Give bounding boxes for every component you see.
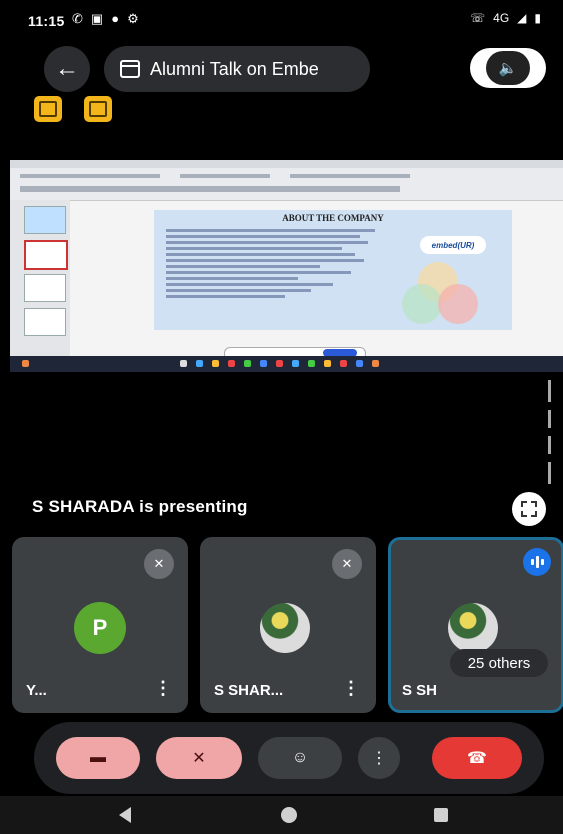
avatar: P: [74, 602, 126, 654]
network-type: 4G: [493, 11, 510, 25]
meeting-title: Alumni Talk on Embe: [150, 58, 319, 79]
door-indicator[interactable]: [84, 96, 112, 122]
participant-tile[interactable]: ✕ P Y... ⋮: [12, 537, 188, 713]
mic-off-icon: ✕: [192, 750, 206, 767]
current-slide: ABOUT THE COMPANY embed(UR): [154, 210, 512, 330]
fullscreen-button[interactable]: [512, 492, 546, 526]
participant-name: Y...: [26, 682, 47, 699]
others-badge[interactable]: 25 others: [450, 649, 548, 677]
speaking-indicator-icon: [523, 548, 551, 576]
door-icon: [89, 101, 107, 117]
status-left-icons: ✆ ▣ ● ⚙: [72, 11, 139, 27]
call-controls: ▬ ✕ ☺ ⋮ ☎: [34, 722, 544, 794]
mic-toggle-button[interactable]: ✕: [156, 737, 242, 779]
system-nav-bar: [0, 796, 563, 834]
video-off-icon: [39, 101, 57, 117]
calendar-31-icon: ▣: [90, 11, 104, 26]
presenting-label: S SHARADA is presenting: [32, 497, 248, 516]
camera-toggle-button[interactable]: ▬: [56, 737, 140, 779]
slide-heading: ABOUT THE COMPANY: [282, 213, 384, 223]
nav-recents-icon[interactable]: [434, 808, 448, 822]
participant-tile-speaking[interactable]: S SH: [388, 537, 563, 713]
speaker-icon: 🔈: [498, 60, 518, 77]
status-time: 11:15: [28, 13, 65, 29]
more-button[interactable]: ⋮: [358, 737, 400, 779]
no-video-indicator[interactable]: [34, 96, 62, 122]
settings-icon: ⚙: [127, 11, 139, 26]
participant-name: S SHAR...: [214, 682, 284, 699]
nav-back-icon[interactable]: [119, 807, 131, 823]
back-button[interactable]: ←: [44, 46, 90, 92]
participant-tile[interactable]: ✕ S SHAR... ⋮: [200, 537, 376, 713]
mic-muted-icon: ✕: [144, 549, 174, 579]
scroll-indicator: [548, 380, 551, 402]
battery-icon: ▮: [534, 11, 541, 25]
participant-name: S SH: [402, 682, 438, 699]
meeting-title-pill[interactable]: Alumni Talk on Embe: [104, 46, 370, 92]
windows-taskbar: [10, 356, 563, 372]
chat-bubble-icon: ●: [111, 11, 120, 26]
end-call-button[interactable]: ☎: [432, 737, 522, 779]
nav-home-icon[interactable]: [281, 807, 297, 823]
shared-screen: ABOUT THE COMPANY embed(UR): [10, 160, 563, 372]
hang-up-icon: ☎: [467, 750, 487, 767]
audio-output-button[interactable]: 🔈: [470, 48, 546, 88]
more-options-icon: ⋮: [371, 750, 387, 767]
signal-icon: ◢: [517, 11, 527, 25]
more-options-icon[interactable]: ⋮: [342, 678, 360, 699]
slide-thumbnails: [10, 200, 70, 356]
avatar: [448, 603, 498, 653]
status-right-icons: ☏ 4G ◢ ▮: [470, 11, 541, 25]
reactions-button[interactable]: ☺: [258, 737, 342, 779]
status-bar: 11:15 ✆ ▣ ● ⚙ ☏ 4G ◢ ▮: [0, 0, 563, 40]
camera-off-icon: ▬: [90, 749, 106, 766]
more-options-icon[interactable]: ⋮: [154, 678, 172, 699]
emoji-icon: ☺: [291, 749, 309, 766]
fullscreen-icon: [521, 501, 537, 517]
back-arrow-icon: ←: [55, 55, 79, 82]
scroll-indicator: [548, 462, 551, 484]
avatar: [260, 603, 310, 653]
ppt-ribbon: [10, 160, 563, 201]
mic-muted-icon: ✕: [332, 549, 362, 579]
wifi-call-icon: ☏: [470, 11, 486, 25]
company-logo: embed(UR): [420, 236, 486, 254]
calendar-icon: [120, 60, 140, 78]
scroll-indicator: [548, 410, 551, 428]
scroll-indicator: [548, 436, 551, 454]
missed-call-icon: ✆: [72, 11, 83, 26]
